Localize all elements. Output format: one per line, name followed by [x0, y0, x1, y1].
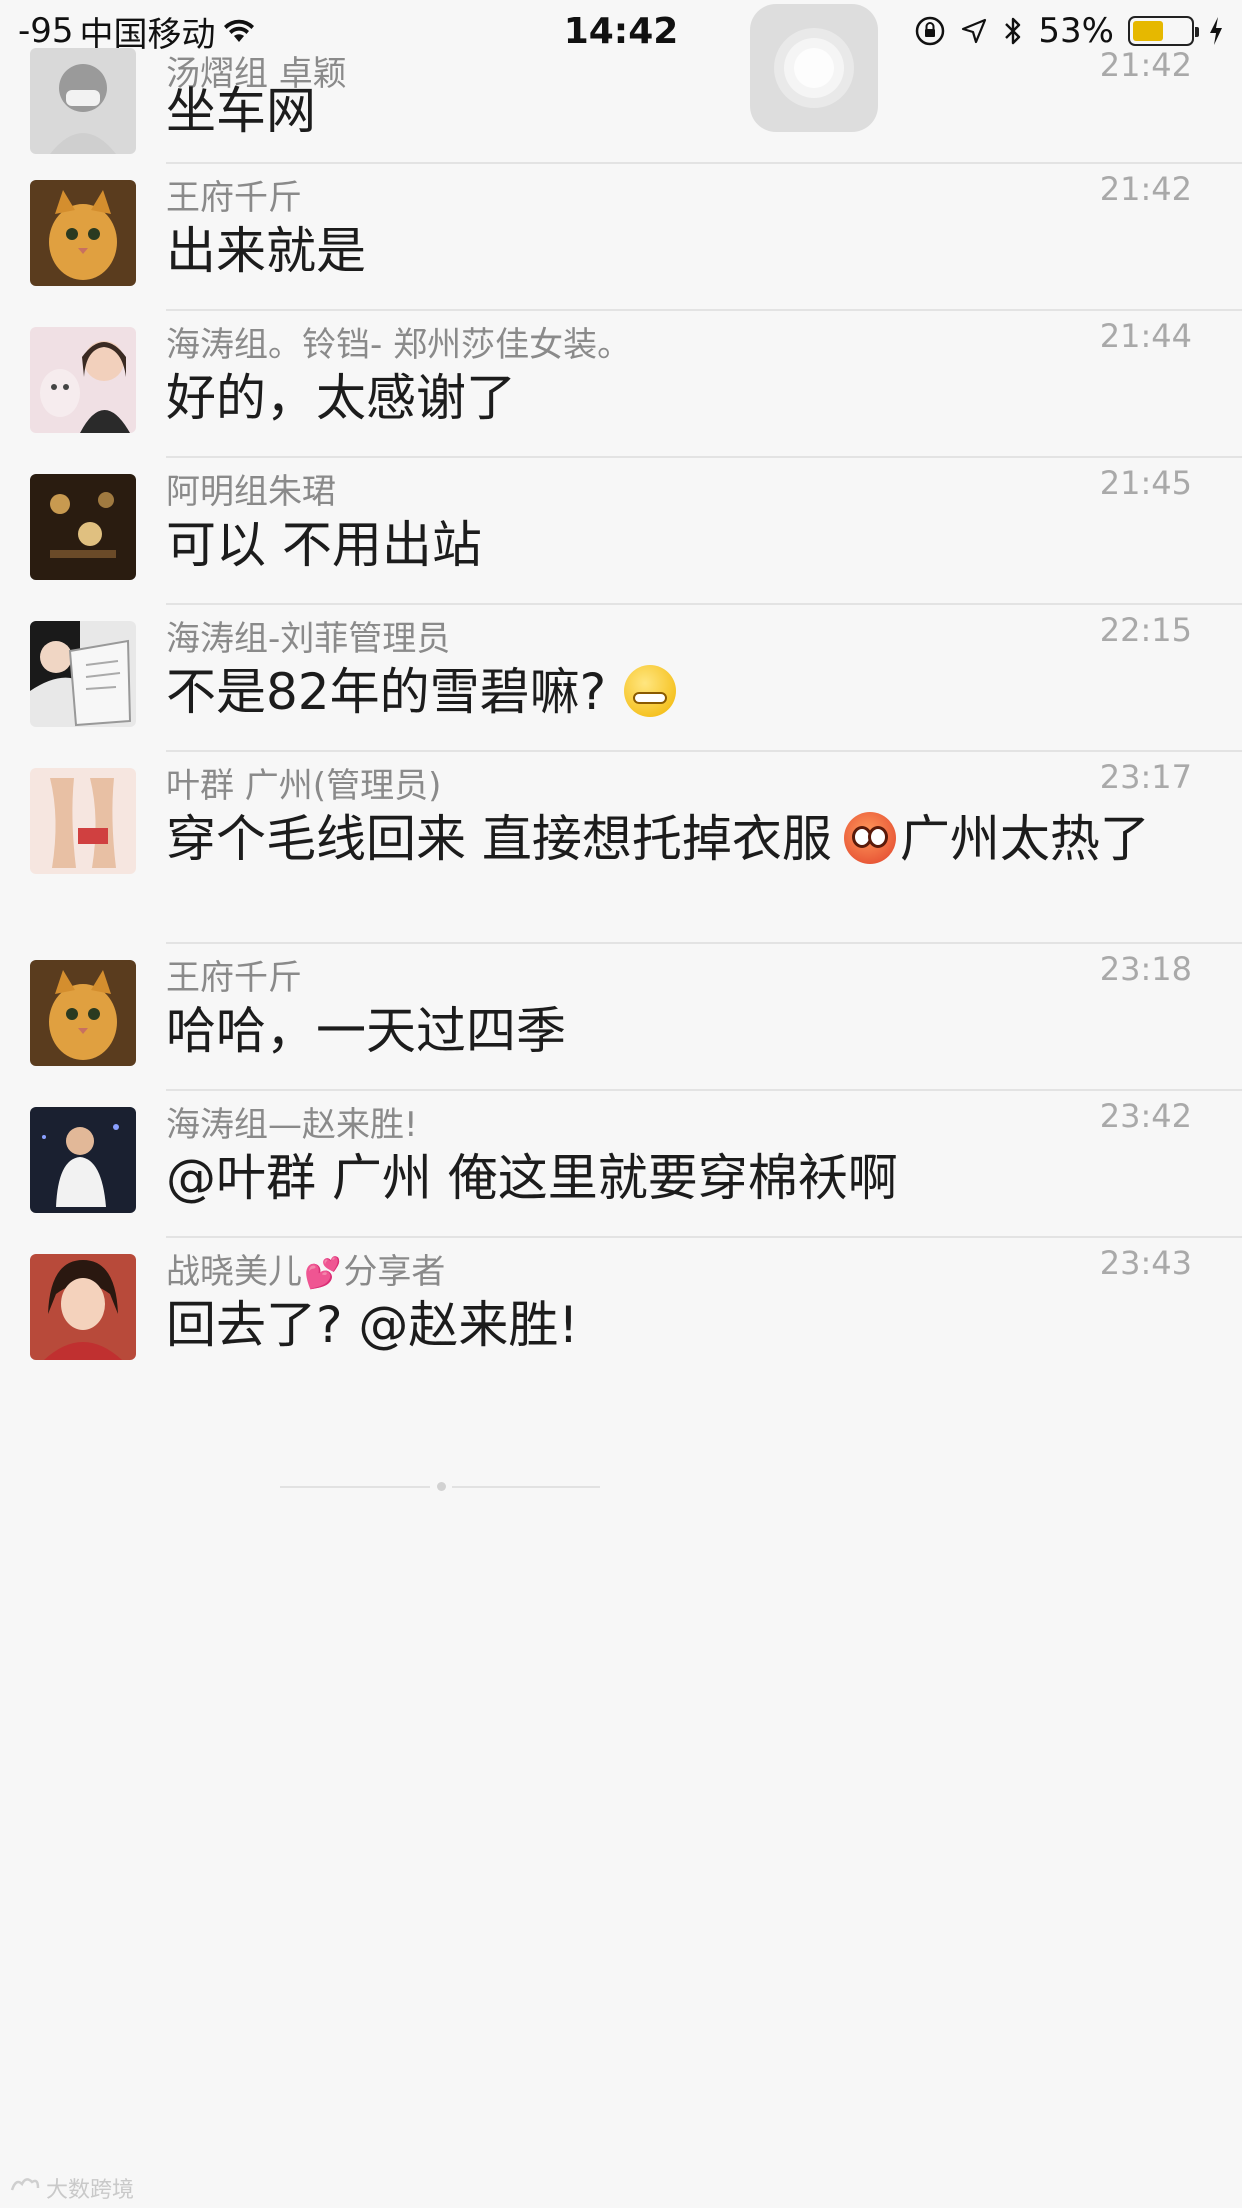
- charging-icon: [1208, 16, 1224, 46]
- message-item[interactable]: 阿明组朱珺 21:45 可以 不用出站: [0, 458, 1242, 605]
- orientation-lock-icon: [914, 15, 946, 47]
- avatar[interactable]: [30, 960, 136, 1066]
- sender-name: 王府千斤: [166, 178, 302, 218]
- message-time: 21:42: [1099, 170, 1192, 208]
- message-time: 23:42: [1099, 1097, 1192, 1135]
- avatar[interactable]: [30, 1254, 136, 1360]
- avatar[interactable]: [30, 768, 136, 874]
- page-indicator-line-right: [452, 1486, 600, 1488]
- message-item[interactable]: 海涛组—赵来胜! 23:42 @叶群 广州 俺这里就要穿棉袄啊: [0, 1091, 1242, 1238]
- message-item[interactable]: 王府千斤 21:42 出来就是: [0, 164, 1242, 311]
- avatar[interactable]: [30, 621, 136, 727]
- battery-level-fill: [1133, 21, 1163, 41]
- message-text: 出来就是: [166, 222, 366, 280]
- sender-name: 海涛组-刘菲管理员: [166, 619, 451, 659]
- message-text-content: 不是82年的雪碧嘛?: [166, 663, 607, 721]
- message-item[interactable]: 王府千斤 23:18 哈哈，一天过四季: [0, 944, 1242, 1091]
- watermark: 大数跨境: [8, 2172, 134, 2204]
- message-time: 23:18: [1099, 950, 1192, 988]
- message-list: 汤熠组 卓颖 21:42 坐车网 王府千斤 21:42 出来就是 海涛组。铃铛-…: [0, 46, 1242, 1385]
- message-time: 23:17: [1099, 758, 1192, 796]
- sender-role: 分享者: [343, 1252, 446, 1292]
- message-item[interactable]: 叶群 广州(管理员) 23:17 穿个毛线回来 直接想托掉衣服 广州太热了: [0, 752, 1242, 944]
- watermark-logo-icon: [8, 2174, 42, 2202]
- message-text: 可以 不用出站: [166, 516, 482, 574]
- message-item[interactable]: 汤熠组 卓颖 21:42 坐车网: [0, 46, 1242, 164]
- watermark-text: 大数跨境: [46, 2178, 135, 2203]
- flushed-emoji-icon: [843, 812, 896, 864]
- avatar[interactable]: [30, 48, 136, 154]
- message-text: 穿个毛线回来 直接想托掉衣服 广州太热了: [166, 806, 1176, 872]
- assistive-touch-ring: [794, 48, 834, 88]
- message-text: 回去了? @赵来胜!: [166, 1296, 579, 1354]
- sender-name: 叶群 广州(管理员): [166, 766, 442, 806]
- signal-strength: -95: [18, 11, 74, 51]
- avatar[interactable]: [30, 180, 136, 286]
- message-text-part-1: 穿个毛线回来 直接想托掉衣服: [166, 810, 832, 868]
- message-item[interactable]: 海涛组-刘菲管理员 22:15 不是82年的雪碧嘛?: [0, 605, 1242, 752]
- page-indicator-line-left: [280, 1486, 430, 1488]
- assistive-touch-button[interactable]: [750, 4, 878, 132]
- sender-name: 战晓美儿💕分享者: [166, 1244, 445, 1293]
- sender-name: 海涛组。铃铛- 郑州莎佳女装。: [166, 325, 632, 365]
- battery-percent: 53%: [1038, 11, 1114, 51]
- message-item[interactable]: 海涛组。铃铛- 郑州莎佳女装。 21:44 好的，太感谢了: [0, 311, 1242, 458]
- status-right: 53%: [914, 11, 1242, 51]
- message-text: 不是82年的雪碧嘛?: [166, 659, 1176, 725]
- message-text: 好的，太感谢了: [166, 369, 516, 427]
- location-icon: [960, 17, 988, 45]
- page-indicator-dot: [437, 1482, 446, 1491]
- message-time: 21:45: [1099, 464, 1192, 502]
- message-text: 哈哈，一天过四季: [166, 1002, 566, 1060]
- message-time: 23:43: [1099, 1244, 1192, 1282]
- avatar[interactable]: [30, 1107, 136, 1213]
- sender-name: 阿明组朱珺: [166, 472, 336, 512]
- hearts-icon: 💕: [304, 1256, 342, 1291]
- message-time: 21:44: [1099, 317, 1192, 355]
- grimacing-emoji-icon: [624, 665, 677, 717]
- message-text: @叶群 广州 俺这里就要穿棉袄啊: [166, 1149, 898, 1207]
- message-item[interactable]: 战晓美儿💕分享者 23:43 回去了? @赵来胜!: [0, 1238, 1242, 1385]
- message-time: 22:15: [1099, 611, 1192, 649]
- message-text: 坐车网: [166, 82, 316, 140]
- avatar[interactable]: [30, 327, 136, 433]
- bluetooth-icon: [1002, 15, 1024, 47]
- sender-name: 王府千斤: [166, 958, 302, 998]
- avatar[interactable]: [30, 474, 136, 580]
- wifi-icon: [222, 18, 256, 44]
- sender-name: 海涛组—赵来胜!: [166, 1105, 418, 1145]
- battery-icon: [1128, 16, 1199, 46]
- sender-name-part-1: 战晓美儿: [166, 1252, 302, 1292]
- message-text-part-2: 广州太热了: [899, 810, 1150, 868]
